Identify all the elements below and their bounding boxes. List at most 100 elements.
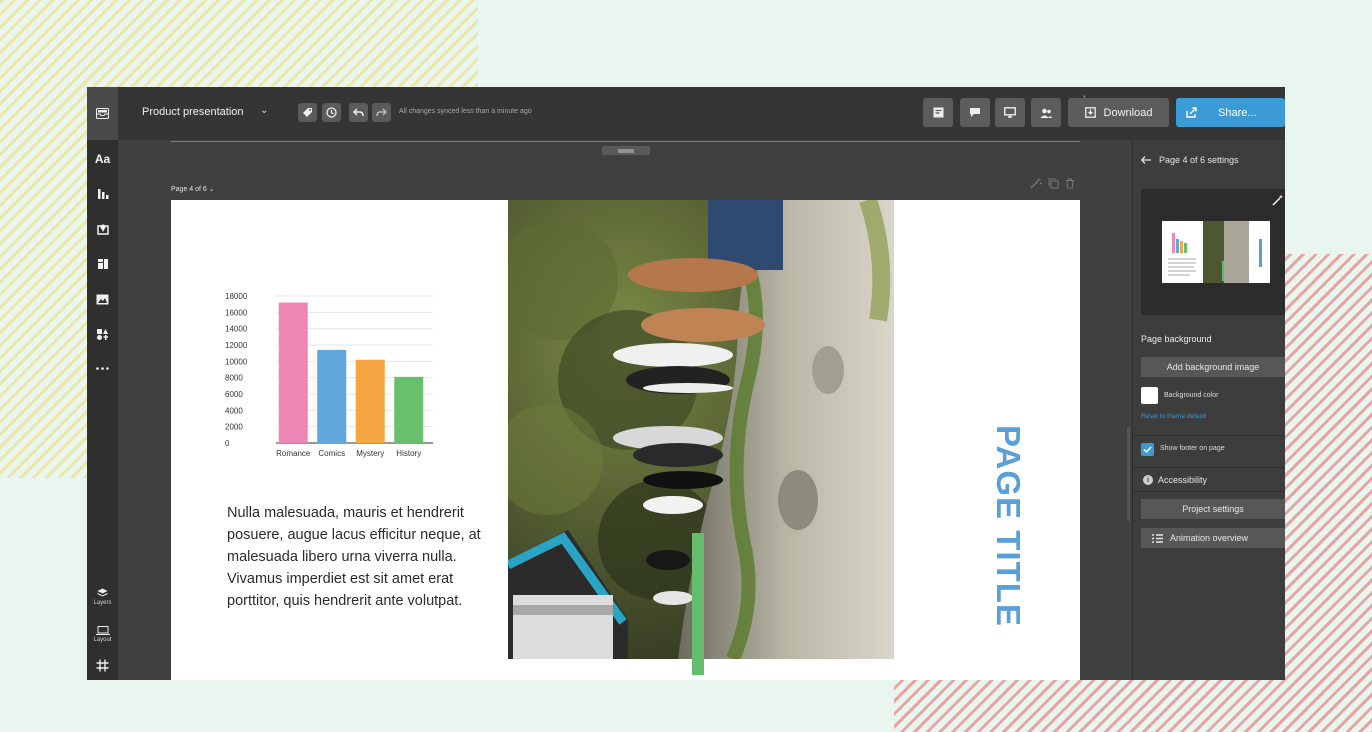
page-background-heading: Page background	[1141, 334, 1212, 344]
show-footer-label: Show footer on page	[1160, 445, 1225, 452]
body-paragraph[interactable]: Nulla malesuada, mauris et hendrerit pos…	[227, 502, 483, 612]
redo-icon	[376, 108, 387, 117]
page-title[interactable]: PAGE TITLE	[989, 425, 1027, 627]
layers-icon	[97, 588, 108, 597]
x-tick-label: Comics	[318, 449, 345, 458]
show-footer-checkbox[interactable]	[1141, 443, 1154, 456]
grid-hash-icon	[96, 659, 109, 672]
add-background-image-button[interactable]: Add background image	[1141, 357, 1285, 377]
page-thumbnail[interactable]	[1162, 221, 1270, 283]
bar-chart[interactable]: 0 2000 4000 6000 8000 10000 12000 14000 16000 180…	[219, 286, 449, 476]
share-icon	[1186, 107, 1197, 118]
settings-panel: Page 4 of 6 settings Page background Add…	[1133, 141, 1285, 680]
layout-button[interactable]: Layout	[87, 626, 118, 643]
check-icon	[1143, 446, 1152, 453]
more-tools-button[interactable]	[87, 355, 118, 381]
download-label: Download	[1103, 106, 1153, 119]
panel-separator	[1133, 435, 1285, 436]
chevron-down-icon[interactable]: ⌄	[260, 105, 268, 116]
bar-chart-icon	[97, 189, 108, 199]
layout-label: Layout	[93, 637, 112, 643]
text-tool-button[interactable]: Aa	[87, 146, 118, 172]
accessibility-toggle[interactable]: i Accessibility	[1143, 475, 1207, 485]
tag-button[interactable]	[298, 103, 317, 122]
maps-tool-button[interactable]	[87, 216, 118, 242]
comment-icon	[970, 108, 980, 117]
page-resize-handle[interactable]	[602, 146, 650, 155]
accent-green-bar[interactable]	[692, 533, 704, 675]
x-tick-label: History	[396, 449, 421, 458]
panel-separator	[1133, 491, 1285, 492]
share-button[interactable]: Share...	[1176, 98, 1285, 127]
notes-button[interactable]	[923, 98, 953, 127]
animation-overview-button[interactable]: Animation overview	[1141, 528, 1285, 548]
reset-theme-link[interactable]: Reset to theme default	[1141, 413, 1206, 420]
y-tick-label: 6000	[225, 390, 243, 399]
users-icon	[1040, 108, 1052, 118]
page-canvas[interactable]: 0 2000 4000 6000 8000 10000 12000 14000 16000 180…	[171, 200, 1080, 680]
canvas-scrollbar[interactable]	[1127, 427, 1130, 521]
monitor-icon	[1004, 107, 1016, 118]
blocks-icon	[97, 259, 108, 269]
layers-label: Layers	[93, 600, 112, 606]
editor-window: Aa Layers Layout Product presentation ⌄ …	[87, 87, 1285, 680]
comments-button[interactable]	[960, 98, 990, 127]
download-icon	[1084, 107, 1096, 118]
more-dots-icon	[96, 366, 109, 370]
page-indicator: Page 4 of 6	[171, 186, 207, 193]
undo-icon	[353, 108, 364, 117]
laptop-icon	[95, 626, 110, 635]
shapes-tool-button[interactable]	[87, 321, 118, 347]
magic-wand-icon[interactable]	[1272, 195, 1284, 206]
tag-icon	[303, 108, 312, 117]
page-tools	[1030, 178, 1075, 189]
layers-button[interactable]: Layers	[87, 588, 118, 606]
duplicate-icon[interactable]	[1048, 178, 1059, 189]
sync-status: All changes synced less than a minute ag…	[399, 108, 532, 115]
animation-overview-label: Animation overview	[1170, 533, 1249, 543]
y-tick-label: 12000	[225, 341, 248, 350]
x-tick-label: Romance	[276, 449, 311, 458]
bar-comics[interactable]	[317, 349, 347, 443]
charts-tool-button[interactable]	[87, 181, 118, 207]
arrow-left-icon	[1141, 156, 1151, 164]
list-icon	[1152, 533, 1163, 543]
chevron-down-icon: ⌄	[208, 186, 215, 193]
bar-romance[interactable]	[278, 302, 308, 443]
y-tick-label: 10000	[225, 357, 248, 366]
grid-button[interactable]	[87, 659, 118, 672]
panel-back-button[interactable]: Page 4 of 6 settings	[1141, 155, 1239, 165]
project-title[interactable]: Product presentation	[142, 106, 244, 118]
page-thumbnail-area	[1141, 189, 1285, 315]
info-icon: i	[1143, 475, 1153, 485]
bar-mystery[interactable]	[355, 359, 385, 443]
clock-icon	[326, 107, 337, 118]
map-pin-icon	[96, 224, 109, 235]
bar-history[interactable]	[394, 376, 424, 443]
x-tick-label: Mystery	[356, 449, 384, 458]
preview-button[interactable]	[995, 98, 1025, 127]
history-button[interactable]	[322, 103, 341, 122]
background-color-swatch[interactable]	[1141, 387, 1158, 404]
tool-rail: Aa Layers Layout	[87, 87, 118, 680]
download-button[interactable]: Download	[1068, 98, 1169, 127]
image-tool-button[interactable]	[87, 286, 118, 312]
notes-icon	[933, 107, 943, 118]
layout-blocks-button[interactable]	[87, 251, 118, 277]
undo-button[interactable]	[349, 103, 368, 122]
share-label: Share...	[1218, 106, 1257, 119]
redo-button[interactable]	[372, 103, 391, 122]
magic-wand-icon[interactable]	[1030, 178, 1042, 189]
page-selector[interactable]: Page 4 of 6 ⌄	[171, 185, 215, 193]
home-button[interactable]	[87, 87, 118, 140]
collaborators-button[interactable]	[1031, 98, 1061, 127]
y-tick-label: 14000	[225, 325, 248, 334]
thumbnail-illustration	[1168, 221, 1262, 283]
trash-icon[interactable]	[1065, 178, 1075, 189]
text-icon: Aa	[94, 152, 111, 166]
page-top-edge	[171, 141, 1080, 142]
y-tick-label: 4000	[225, 406, 243, 415]
image-icon	[96, 294, 109, 304]
background-color-label: Background color	[1164, 392, 1219, 399]
project-settings-button[interactable]: Project settings	[1141, 499, 1285, 519]
